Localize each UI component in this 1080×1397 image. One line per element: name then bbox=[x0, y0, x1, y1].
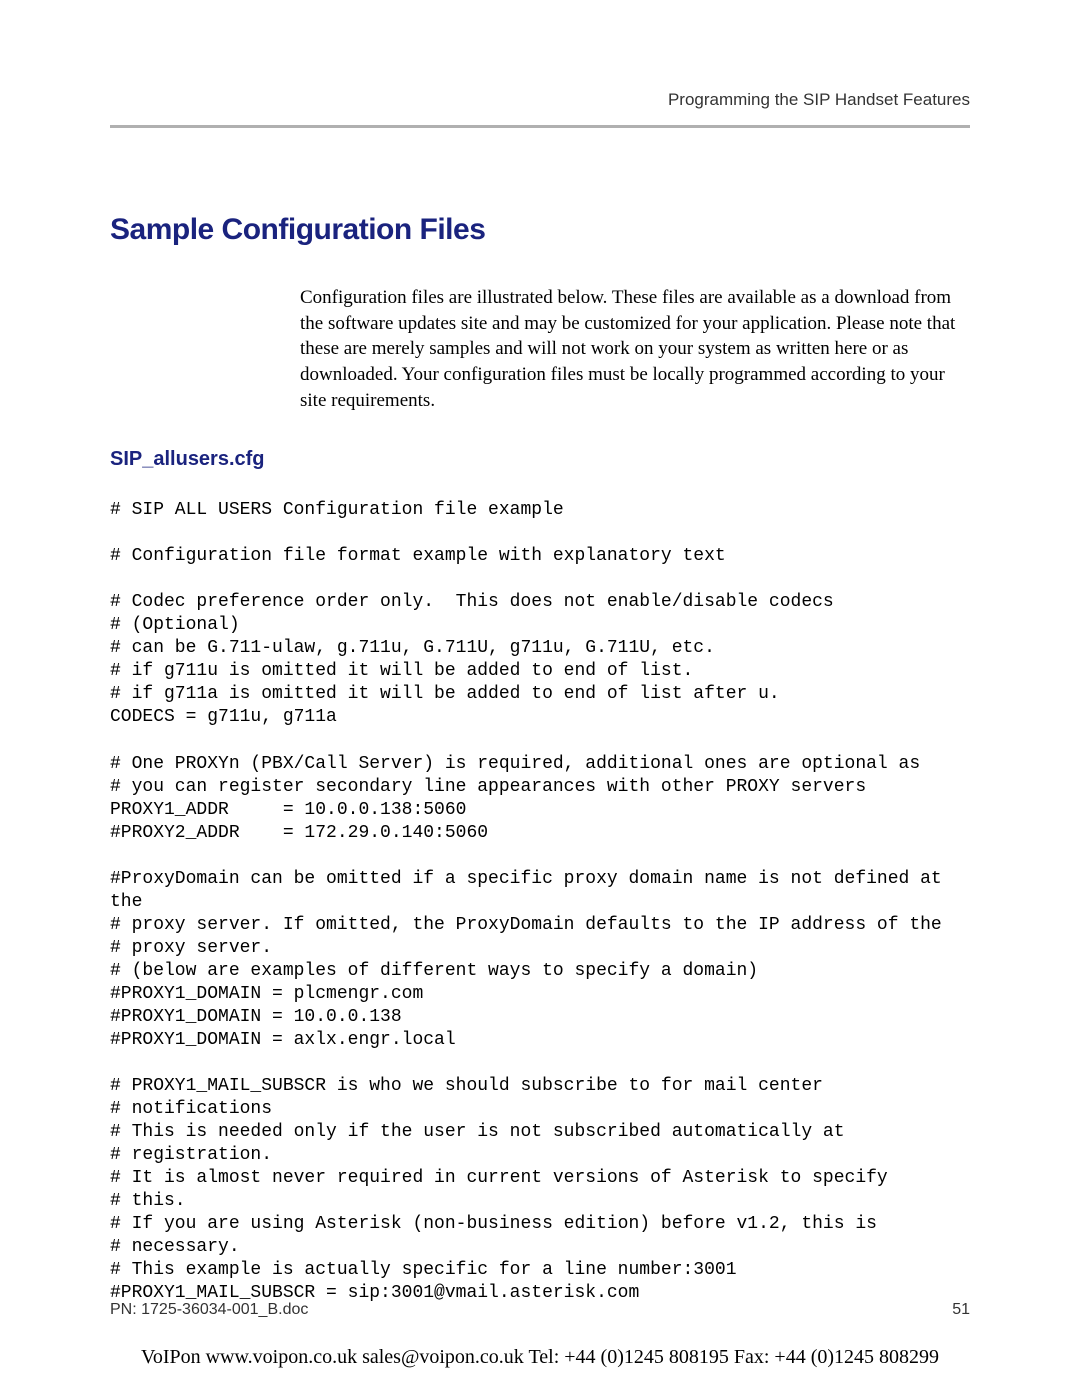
header-divider bbox=[110, 125, 970, 128]
section-header: Programming the SIP Handset Features bbox=[110, 90, 970, 110]
footer-page-number: 51 bbox=[952, 1301, 970, 1319]
intro-paragraph: Configuration files are illustrated belo… bbox=[300, 285, 970, 413]
config-code-block: # SIP ALL USERS Configuration file examp… bbox=[110, 499, 970, 1305]
main-heading: Sample Configuration Files bbox=[110, 213, 970, 247]
subsection-heading: SIP_allusers.cfg bbox=[110, 448, 970, 471]
footer-doc-id: PN: 1725-36034-001_B.doc bbox=[110, 1301, 308, 1319]
contact-info: VoIPon www.voipon.co.uk sales@voipon.co.… bbox=[0, 1346, 1080, 1369]
